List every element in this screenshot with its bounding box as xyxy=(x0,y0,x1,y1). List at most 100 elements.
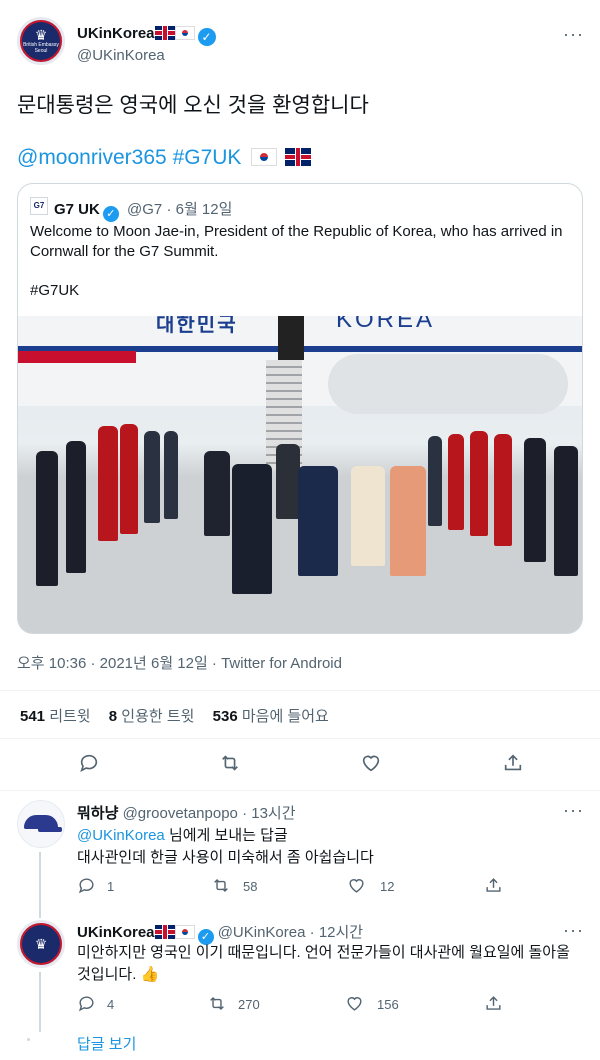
reply-header: 뭐하냥 @groovetanpopo · 13시간 xyxy=(77,802,296,823)
reply-avatar[interactable]: ♛ xyxy=(17,920,65,968)
reply-author-name[interactable]: UKinKorea xyxy=(77,924,155,941)
guard-figure xyxy=(66,441,86,573)
thread-dot xyxy=(27,1038,30,1041)
retweet-icon[interactable] xyxy=(211,876,231,895)
like-stat[interactable]: 536 마음에 들어요 xyxy=(213,708,329,725)
share-icon[interactable] xyxy=(484,876,503,895)
divider xyxy=(0,790,600,791)
divider xyxy=(0,690,600,691)
airplane-red-stripe xyxy=(18,351,136,363)
quoted-tweet[interactable]: G7 G7 UK ✓ @G7 · 6월 12일 Welcome to Moon J… xyxy=(17,183,583,634)
guard-figure xyxy=(448,434,464,530)
reply-avatar[interactable] xyxy=(17,800,65,848)
separator-dot: · xyxy=(166,201,172,218)
quoted-date: 6월 12일 xyxy=(175,201,233,218)
guard-figure xyxy=(164,431,178,519)
airplane-door xyxy=(278,316,304,360)
reply-action-bar: 4 270 156 xyxy=(77,994,517,1016)
retweet-count: 541 xyxy=(20,708,46,725)
tweet-text: 문대통령은 영국에 오신 것을 환영합니다 xyxy=(17,94,369,117)
like-count: 156 xyxy=(377,997,399,1012)
thread-line xyxy=(39,972,41,1032)
reply-count: 4 xyxy=(107,997,115,1012)
mention-link[interactable]: @moonriver365 xyxy=(17,146,167,169)
reply-author-name[interactable]: 뭐하냥 xyxy=(77,805,118,822)
guard-figure xyxy=(428,436,442,526)
more-icon[interactable]: ··· xyxy=(563,920,584,941)
guard-figure xyxy=(144,431,160,523)
quoted-photo[interactable]: 대한민국 KOREA xyxy=(18,316,582,633)
show-replies-link[interactable]: 답글 보기 xyxy=(77,1033,136,1054)
reply-icon[interactable] xyxy=(77,994,96,1013)
guard-figure xyxy=(120,424,138,534)
g7-logo: G7 xyxy=(30,197,48,215)
like-icon[interactable] xyxy=(360,752,382,774)
reply-text: 미안하지만 영국인 이기 때문입니다. 언어 전문가들이 대사관에 월요일에 돌… xyxy=(77,944,570,983)
uk-flag-icon xyxy=(154,925,175,939)
replying-to-handle[interactable]: @UKinKorea xyxy=(77,827,165,844)
separator-dot: · xyxy=(242,805,248,822)
more-icon[interactable]: ··· xyxy=(563,800,584,821)
retweet-icon[interactable] xyxy=(207,994,227,1013)
replying-to: @UKinKorea 님에게 보내는 답글 xyxy=(77,824,288,845)
person-figure xyxy=(351,466,385,566)
reply-time[interactable]: 13시간 xyxy=(251,805,295,822)
retweet-count: 270 xyxy=(238,997,260,1012)
kr-flag-icon xyxy=(174,26,195,40)
quoted-author-handle: @G7 xyxy=(127,201,163,218)
quoted-text: Welcome to Moon Jae-in, President of the… xyxy=(30,223,563,260)
quote-stat[interactable]: 8 인용한 트윗 xyxy=(109,708,195,725)
guard-figure xyxy=(36,451,58,586)
reply-count: 1 xyxy=(107,879,115,894)
verified-icon: ✓ xyxy=(197,28,216,46)
thread-line xyxy=(39,852,41,918)
reply-icon[interactable] xyxy=(78,752,100,774)
like-icon[interactable] xyxy=(347,876,366,895)
reply-action-bar: 1 58 12 xyxy=(77,876,517,898)
airplane-lettering-right: KOREA xyxy=(336,316,436,333)
airplane-lettering-left: 대한민국 xyxy=(156,316,238,336)
airplane-engine xyxy=(328,354,568,414)
person-figure xyxy=(276,444,300,519)
author-name[interactable]: UKinKorea xyxy=(77,25,155,42)
reply-text: 대사관인데 한글 사용이 미숙해서 좀 아쉽습니다 xyxy=(77,849,374,866)
more-icon[interactable]: ··· xyxy=(563,24,584,45)
guard-figure xyxy=(494,434,512,546)
divider xyxy=(0,738,600,739)
kr-flag-icon xyxy=(251,148,278,166)
reply-icon[interactable] xyxy=(77,876,96,895)
hashtag-link[interactable]: #G7UK xyxy=(173,146,242,169)
tweet-links: @moonriver365 #G7UK xyxy=(17,146,312,170)
like-count: 12 xyxy=(380,879,395,894)
first-lady-figure xyxy=(298,466,338,576)
president-figure xyxy=(232,464,272,594)
retweet-stat[interactable]: 541 리트윗 xyxy=(20,708,91,725)
guard-figure xyxy=(470,431,488,536)
guard-figure xyxy=(524,438,546,562)
author-handle[interactable]: @UKinKorea xyxy=(77,47,165,64)
reply-author-handle[interactable]: @groovetanpopo xyxy=(123,805,238,822)
like-label: 마음에 들어요 xyxy=(241,708,329,725)
uk-flag-icon xyxy=(154,26,175,40)
guard-figure xyxy=(98,426,118,541)
verified-icon: ✓ xyxy=(102,206,119,222)
replying-to-suffix: 님에게 보내는 답글 xyxy=(168,827,288,844)
crest-icon: ♛ xyxy=(34,936,48,952)
quoted-author-name: G7 UK xyxy=(54,201,100,218)
reply-time[interactable]: 12시간 xyxy=(319,924,363,941)
share-icon[interactable] xyxy=(484,994,503,1013)
reply-author-handle[interactable]: @UKinKorea xyxy=(218,924,306,941)
retweet-label: 리트윗 xyxy=(49,708,91,725)
retweet-icon[interactable] xyxy=(218,752,242,774)
author-avatar[interactable]: ♛ British Embassy Seoul xyxy=(17,17,65,65)
tweet-timestamp[interactable]: 오후 10:36 · 2021년 6월 12일 · Twitter for An… xyxy=(17,652,342,673)
retweet-count: 58 xyxy=(243,879,258,894)
author-name-row[interactable]: UKinKorea ✓ xyxy=(77,25,216,46)
stats-row: 541 리트윗 8 인용한 트윗 536 마음에 들어요 xyxy=(20,705,329,726)
separator-dot: · xyxy=(309,924,315,941)
cap-brim xyxy=(38,827,62,832)
guard-figure xyxy=(554,446,578,576)
person-figure xyxy=(204,451,230,536)
like-icon[interactable] xyxy=(345,994,364,1013)
share-icon[interactable] xyxy=(502,752,524,774)
